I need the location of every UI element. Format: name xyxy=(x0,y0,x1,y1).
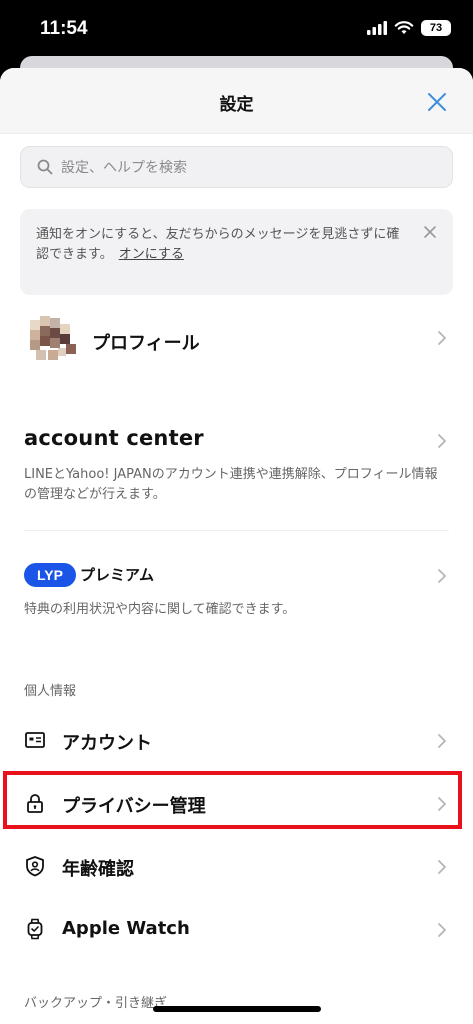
section-header-backup: バックアップ・引き継ぎ xyxy=(24,996,168,1011)
chevron-right-icon xyxy=(438,331,446,345)
chevron-right-icon xyxy=(438,860,446,874)
status-icons: 73 xyxy=(367,20,451,36)
menu-item-apple-watch[interactable]: Apple Watch xyxy=(0,899,473,961)
wifi-icon xyxy=(394,21,414,34)
enable-notifications-link[interactable]: オンにする xyxy=(119,247,184,262)
lyp-premium-description: 特典の利用状況や内容に関して確認できます。 xyxy=(24,602,296,617)
section-header-personal: 個人情報 xyxy=(24,684,77,699)
sheet-header: 設定 xyxy=(0,68,473,134)
account-center-row[interactable]: account center LINEとYahoo! JAPANのアカウント連携… xyxy=(0,423,473,513)
profile-row[interactable]: プロフィール xyxy=(0,308,473,368)
close-icon[interactable] xyxy=(423,225,437,239)
signal-icon xyxy=(367,21,387,35)
notification-banner: 通知をオンにすると、友だちからのメッセージを見逃さずに確認できます。 オンにする xyxy=(20,209,453,295)
shield-user-icon xyxy=(26,856,44,877)
menu-label-account: アカウント xyxy=(62,733,152,754)
notice-text: 通知をオンにすると、友だちからのメッセージを見逃さずに確認できます。 xyxy=(36,227,400,262)
chevron-right-icon xyxy=(438,923,446,937)
page-title: 設定 xyxy=(219,95,254,115)
chevron-right-icon xyxy=(438,734,446,748)
search-area: 設定、ヘルプを検索 xyxy=(0,134,473,188)
menu-item-account[interactable]: アカウント xyxy=(0,710,473,772)
profile-label: プロフィール xyxy=(92,333,200,354)
status-bar: 11:54 73 xyxy=(0,0,473,62)
chevron-right-icon xyxy=(438,569,446,583)
divider xyxy=(24,530,449,531)
settings-sheet: 設定 設定、ヘルプを検索 通知をオンにすると、友だちからのメッセージを見逃さずに… xyxy=(0,68,473,1024)
watch-icon xyxy=(27,918,43,940)
close-icon[interactable] xyxy=(425,90,449,114)
home-indicator xyxy=(153,1006,321,1012)
menu-item-age-verification[interactable]: 年齢確認 xyxy=(0,836,473,898)
battery-icon: 73 xyxy=(421,20,451,36)
id-card-icon xyxy=(25,732,45,748)
search-icon xyxy=(37,159,53,175)
search-input[interactable]: 設定、ヘルプを検索 xyxy=(20,146,453,188)
menu-label-apple-watch: Apple Watch xyxy=(62,918,190,939)
account-center-logo: account center xyxy=(24,426,204,450)
search-placeholder: 設定、ヘルプを検索 xyxy=(61,160,187,176)
lyp-logo: LYP xyxy=(24,563,76,587)
lyp-premium-row[interactable]: LYP プレミアム 特典の利用状況や内容に関して確認できます。 xyxy=(0,558,473,638)
account-center-description: LINEとYahoo! JAPANのアカウント連携や連携解除、プロフィール情報の… xyxy=(24,467,438,502)
highlight-box xyxy=(3,771,462,829)
status-time: 11:54 xyxy=(40,18,88,39)
chevron-right-icon xyxy=(438,434,446,448)
avatar xyxy=(26,314,78,366)
lyp-premium-title: プレミアム xyxy=(80,566,154,584)
menu-label-age-verification: 年齢確認 xyxy=(62,859,134,880)
